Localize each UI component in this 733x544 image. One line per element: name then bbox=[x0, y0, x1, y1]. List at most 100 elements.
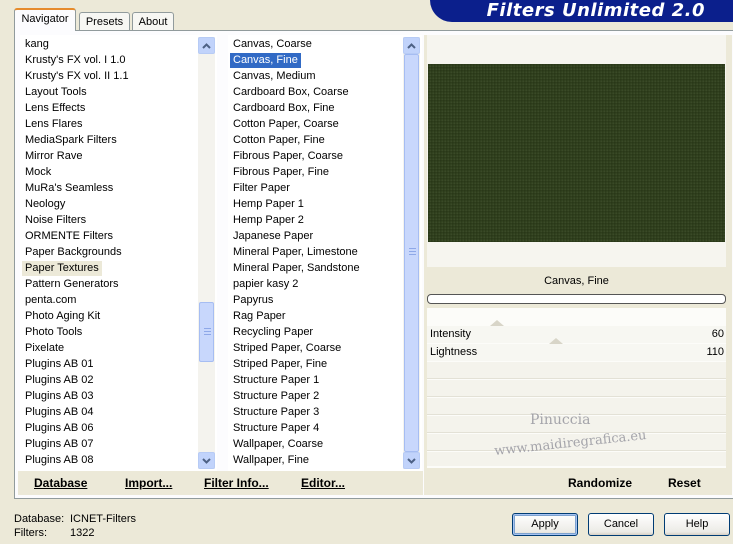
filter-items: Canvas, Coarse Canvas, Fine Canvas, Medium… bbox=[230, 37, 403, 469]
parameter-value: 110 bbox=[706, 346, 724, 358]
filter-info-button[interactable]: Filter Info... bbox=[204, 476, 269, 490]
scroll-thumb[interactable] bbox=[199, 302, 214, 362]
category-item[interactable]: kang bbox=[22, 37, 52, 52]
category-item[interactable]: Pattern Generators bbox=[22, 277, 122, 292]
status-database-value: ICNET-Filters bbox=[70, 513, 136, 525]
filter-item[interactable]: Cotton Paper, Coarse bbox=[230, 117, 342, 132]
category-item[interactable]: Noise Filters bbox=[22, 213, 89, 228]
progress-bar bbox=[427, 294, 726, 304]
parameter-label: Lightness bbox=[430, 346, 478, 358]
category-item[interactable]: Plugins AB 03 bbox=[22, 389, 97, 404]
category-list[interactable]: kang Krusty's FX vol. I 1.0 Krusty's FX vo… bbox=[20, 35, 217, 471]
filter-scrollbar[interactable] bbox=[403, 37, 420, 469]
category-item[interactable]: Lens Effects bbox=[22, 101, 88, 116]
category-item[interactable]: Neology bbox=[22, 197, 68, 212]
scroll-up-button[interactable] bbox=[198, 37, 215, 54]
category-item[interactable]: Photo Tools bbox=[22, 325, 85, 340]
filter-item[interactable]: Structure Paper 2 bbox=[230, 389, 322, 404]
category-item[interactable]: MediaSpark Filters bbox=[22, 133, 120, 148]
tab-navigator[interactable]: Navigator bbox=[14, 8, 76, 31]
category-item[interactable]: Paper Textures bbox=[22, 261, 102, 276]
status-filters-label: Filters: bbox=[14, 527, 47, 539]
reset-button[interactable]: Reset bbox=[668, 476, 701, 490]
category-item[interactable]: Photo Aging Kit bbox=[22, 309, 103, 324]
chevron-up-icon bbox=[202, 42, 211, 49]
filter-item[interactable]: Recycling Paper bbox=[230, 325, 316, 340]
filter-item[interactable]: Cotton Paper, Fine bbox=[230, 133, 328, 148]
scroll-up-button[interactable] bbox=[403, 37, 420, 54]
category-item[interactable]: Plugins AB 06 bbox=[22, 421, 97, 436]
tab-presets[interactable]: Presets bbox=[79, 12, 130, 32]
chevron-down-icon bbox=[202, 457, 211, 464]
parameter-label: Intensity bbox=[430, 328, 471, 340]
filter-list[interactable]: Canvas, Coarse Canvas, Fine Canvas, Medium… bbox=[228, 35, 422, 471]
filter-item[interactable]: Rag Paper bbox=[230, 309, 289, 324]
filter-item[interactable]: Striped Paper, Fine bbox=[230, 357, 330, 372]
status-filters-value: 1322 bbox=[70, 527, 95, 539]
category-item[interactable]: penta.com bbox=[22, 293, 79, 308]
filter-name-strip: Canvas, Fine bbox=[427, 270, 726, 292]
category-item[interactable]: Paper Backgrounds bbox=[22, 245, 125, 260]
category-scrollbar[interactable] bbox=[198, 37, 215, 469]
editor-button[interactable]: Editor... bbox=[301, 476, 345, 490]
cancel-button[interactable]: Cancel bbox=[588, 513, 654, 536]
filter-item[interactable]: Wallpaper, Coarse bbox=[230, 437, 326, 452]
filter-item[interactable]: Cardboard Box, Coarse bbox=[230, 85, 352, 100]
filter-item[interactable]: Striped Paper, Coarse bbox=[230, 341, 344, 356]
chevron-up-icon bbox=[407, 42, 416, 49]
filter-item[interactable]: Cardboard Box, Fine bbox=[230, 101, 338, 116]
preview-image bbox=[428, 64, 725, 242]
parameter-slider[interactable]: Intensity 60 bbox=[427, 320, 726, 343]
help-button[interactable]: Help bbox=[664, 513, 730, 536]
app-title: Filters Unlimited 2.0 bbox=[486, 0, 705, 21]
filter-item[interactable]: papier kasy 2 bbox=[230, 277, 301, 292]
filter-item[interactable]: Structure Paper 3 bbox=[230, 405, 322, 420]
filter-item[interactable]: Hemp Paper 1 bbox=[230, 197, 307, 212]
status-database-label: Database: bbox=[14, 513, 65, 525]
filter-item[interactable]: Mineral Paper, Sandstone bbox=[230, 261, 363, 276]
scroll-down-button[interactable] bbox=[403, 452, 420, 469]
filter-item[interactable]: Fibrous Paper, Fine bbox=[230, 165, 332, 180]
filter-item[interactable]: Papyrus bbox=[230, 293, 276, 308]
current-filter-name: Canvas, Fine bbox=[544, 275, 609, 287]
category-item[interactable]: Plugins AB 02 bbox=[22, 373, 97, 388]
chevron-down-icon bbox=[407, 457, 416, 464]
scroll-thumb[interactable] bbox=[404, 54, 419, 452]
parameter-slider[interactable]: Lightness 110 bbox=[427, 338, 726, 361]
filter-item[interactable]: Japanese Paper bbox=[230, 229, 316, 244]
title-banner: Filters Unlimited 2.0 bbox=[430, 0, 733, 22]
filter-item[interactable]: Wallpaper, Fine bbox=[230, 453, 312, 468]
filter-item[interactable]: Filter Paper bbox=[230, 181, 293, 196]
filter-item[interactable]: Structure Paper 4 bbox=[230, 421, 322, 436]
tab-about[interactable]: About bbox=[132, 12, 174, 32]
apply-button[interactable]: Apply bbox=[512, 513, 578, 536]
category-items: kang Krusty's FX vol. I 1.0 Krusty's FX vo… bbox=[22, 37, 198, 469]
scroll-down-button[interactable] bbox=[198, 452, 215, 469]
slider-marker-icon[interactable] bbox=[549, 338, 563, 344]
filter-item[interactable]: Structure Paper 1 bbox=[230, 373, 322, 388]
randomize-button[interactable]: Randomize bbox=[568, 476, 632, 490]
category-item[interactable]: Krusty's FX vol. II 1.1 bbox=[22, 69, 132, 84]
category-item[interactable]: Mock bbox=[22, 165, 54, 180]
filter-item[interactable]: Fibrous Paper, Coarse bbox=[230, 149, 346, 164]
import-button[interactable]: Import... bbox=[125, 476, 172, 490]
filter-item[interactable]: Hemp Paper 2 bbox=[230, 213, 307, 228]
filter-item[interactable]: Canvas, Coarse bbox=[230, 37, 315, 52]
slider-marker-icon[interactable] bbox=[490, 320, 504, 326]
category-item[interactable]: ORMENTE Filters bbox=[22, 229, 116, 244]
database-button[interactable]: Database bbox=[34, 476, 87, 490]
category-item[interactable]: Layout Tools bbox=[22, 85, 90, 100]
category-item[interactable]: Mirror Rave bbox=[22, 149, 85, 164]
category-item[interactable]: Lens Flares bbox=[22, 117, 85, 132]
category-item[interactable]: Krusty's FX vol. I 1.0 bbox=[22, 53, 129, 68]
category-item[interactable]: Plugins AB 07 bbox=[22, 437, 97, 452]
category-item[interactable]: Plugins AB 01 bbox=[22, 357, 97, 372]
category-item[interactable]: Plugins AB 04 bbox=[22, 405, 97, 420]
category-item[interactable]: MuRa's Seamless bbox=[22, 181, 116, 196]
filter-item[interactable]: Mineral Paper, Limestone bbox=[230, 245, 361, 260]
category-item[interactable]: Plugins AB 08 bbox=[22, 453, 97, 468]
filter-item[interactable]: Canvas, Fine bbox=[230, 53, 301, 68]
watermark-name: Pinuccia bbox=[530, 412, 591, 428]
category-item[interactable]: Pixelate bbox=[22, 341, 67, 356]
filter-item[interactable]: Canvas, Medium bbox=[230, 69, 319, 84]
